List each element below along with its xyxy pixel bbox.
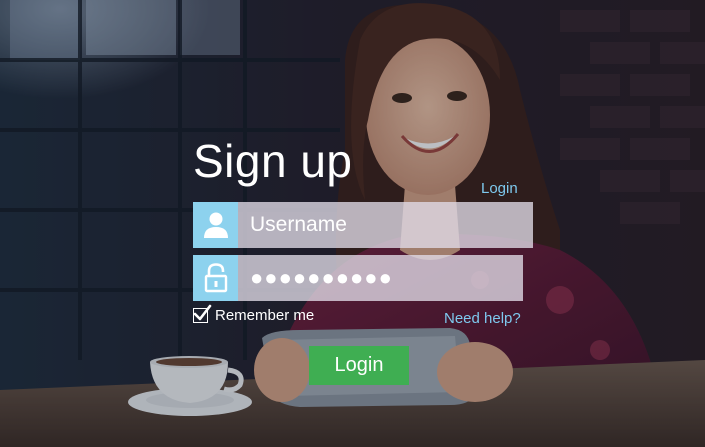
need-help-link[interactable]: Need help?: [444, 311, 521, 326]
remember-me-label: Remember me: [215, 307, 315, 324]
password-input[interactable]: ●●●●●●●●●●: [238, 255, 523, 301]
page-title: Sign up: [193, 135, 353, 187]
password-value: ●●●●●●●●●●: [250, 265, 393, 290]
login-screen: Sign up Login ●●●●●●●●●● Reme: [0, 0, 705, 447]
login-button[interactable]: Login: [309, 346, 409, 385]
username-input[interactable]: [238, 202, 533, 248]
user-icon: [193, 202, 238, 248]
unlock-icon: [193, 255, 238, 301]
checkbox-box[interactable]: [193, 304, 212, 323]
username-field: [193, 202, 533, 248]
password-field: ●●●●●●●●●●: [193, 255, 523, 301]
login-link[interactable]: Login: [481, 181, 518, 196]
remember-me-checkbox[interactable]: Remember me: [193, 304, 315, 324]
checkmark-icon: [193, 304, 212, 321]
